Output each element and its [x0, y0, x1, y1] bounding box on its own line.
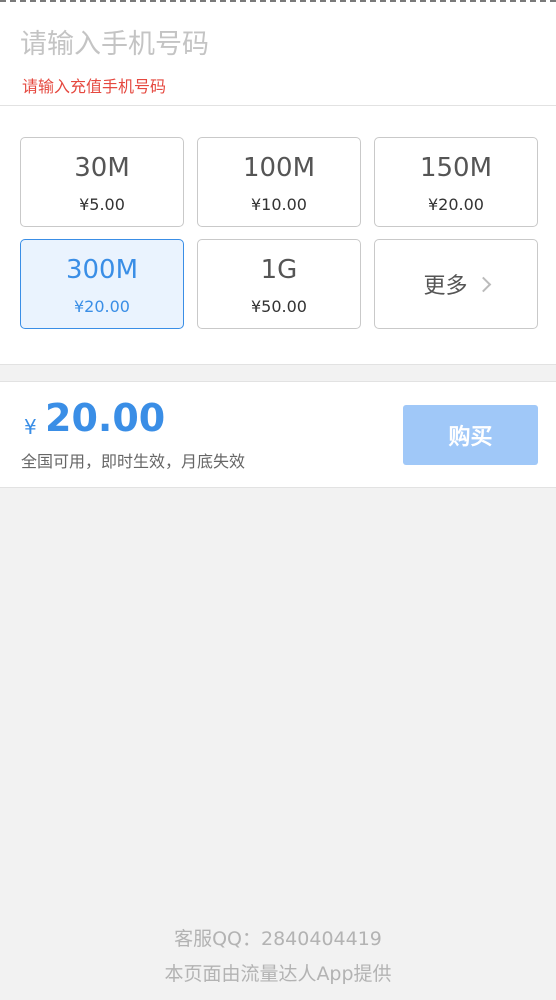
- total-amount: 20.00: [45, 396, 166, 440]
- recharge-form: 请输入充值手机号码 30M ¥5.00 100M ¥10.00 150M ¥20…: [0, 4, 556, 365]
- plan-price: ¥50.00: [251, 297, 307, 316]
- plan-option-100m[interactable]: 100M ¥10.00: [197, 137, 361, 227]
- plan-size: 300M: [65, 255, 139, 285]
- buy-button[interactable]: 购买: [403, 405, 538, 465]
- plan-option-150m[interactable]: 150M ¥20.00: [374, 137, 538, 227]
- total-currency-symbol: ¥: [24, 415, 37, 439]
- purchase-bar: ¥ 20.00 全国可用，即时生效，月底失效 购买: [0, 381, 556, 488]
- phone-error-message: 请输入充值手机号码: [22, 77, 167, 96]
- plan-size: 100M: [242, 153, 316, 183]
- plan-price: ¥10.00: [251, 195, 307, 214]
- plan-option-300m[interactable]: 300M ¥20.00: [20, 239, 184, 329]
- phone-number-input[interactable]: [20, 24, 540, 64]
- plan-validity-note: 全国可用，即时生效，月底失效: [21, 452, 246, 471]
- plan-option-30m[interactable]: 30M ¥5.00: [20, 137, 184, 227]
- provider-credit: 本页面由流量达人App提供: [164, 963, 392, 985]
- plan-size: 1G: [260, 255, 298, 285]
- plan-grid: 30M ¥5.00 100M ¥10.00 150M ¥20.00 300M ¥…: [20, 137, 538, 329]
- plan-price: ¥20.00: [74, 297, 130, 316]
- chevron-right-icon: [475, 276, 491, 292]
- plan-size: 30M: [74, 153, 130, 183]
- plan-size: 150M: [419, 153, 493, 183]
- more-plans-label: 更多: [423, 274, 468, 299]
- plan-price: ¥5.00: [79, 195, 125, 214]
- more-plans-button[interactable]: 更多: [374, 239, 538, 329]
- plan-price: ¥20.00: [428, 195, 484, 214]
- input-divider: [0, 105, 556, 106]
- plan-option-1g[interactable]: 1G ¥50.00: [197, 239, 361, 329]
- customer-service-qq: 客服QQ：2840404419: [174, 928, 382, 950]
